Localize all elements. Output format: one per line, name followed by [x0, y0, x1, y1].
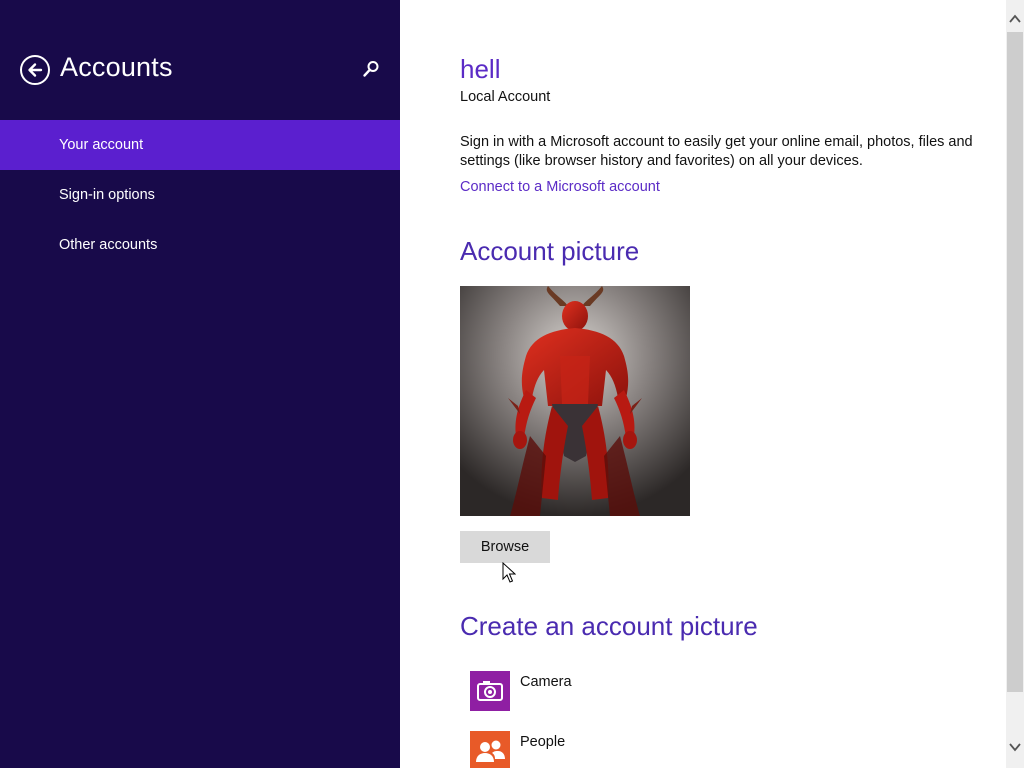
- account-description: Sign in with a Microsoft account to easi…: [460, 134, 973, 169]
- scroll-down-button[interactable]: [1006, 736, 1024, 758]
- sidebar-item-other-accounts[interactable]: Other accounts: [0, 220, 400, 270]
- vertical-scrollbar[interactable]: [1006, 0, 1024, 768]
- sidebar-item-your-account[interactable]: Your account: [0, 120, 400, 170]
- page-title: Accounts: [60, 52, 173, 82]
- camera-label: Camera: [520, 674, 572, 690]
- account-picture-image: [460, 286, 690, 516]
- camera-icon: [470, 671, 510, 711]
- account-name: hell: [460, 54, 501, 84]
- scroll-up-button[interactable]: [1006, 8, 1024, 30]
- search-icon: [363, 61, 379, 77]
- create-account-picture-heading: Create an account picture: [460, 611, 758, 641]
- scroll-thumb[interactable]: [1007, 32, 1023, 692]
- account-picture: [460, 286, 690, 516]
- account-type: Local Account: [460, 89, 551, 105]
- sidebar-header: Accounts: [0, 0, 400, 120]
- browse-button[interactable]: Browse: [460, 531, 550, 563]
- back-arrow-circle-icon: [28, 63, 43, 77]
- connect-microsoft-account-link[interactable]: Connect to a Microsoft account: [460, 179, 660, 195]
- main-content: hell Local Account Sign in with a Micros…: [400, 0, 1006, 768]
- search-button[interactable]: [360, 58, 382, 80]
- back-button[interactable]: [20, 55, 50, 85]
- sidebar-item-sign-in-options[interactable]: Sign-in options: [0, 170, 400, 220]
- chevron-down-icon: [1009, 743, 1021, 752]
- chevron-up-icon: [1009, 14, 1021, 23]
- sidebar: Accounts Your account Sign-in options Ot…: [0, 0, 400, 768]
- people-icon: [470, 731, 510, 768]
- sidebar-nav: Your account Sign-in options Other accou…: [0, 120, 400, 270]
- people-label: People: [520, 734, 566, 750]
- account-picture-heading: Account picture: [460, 236, 640, 266]
